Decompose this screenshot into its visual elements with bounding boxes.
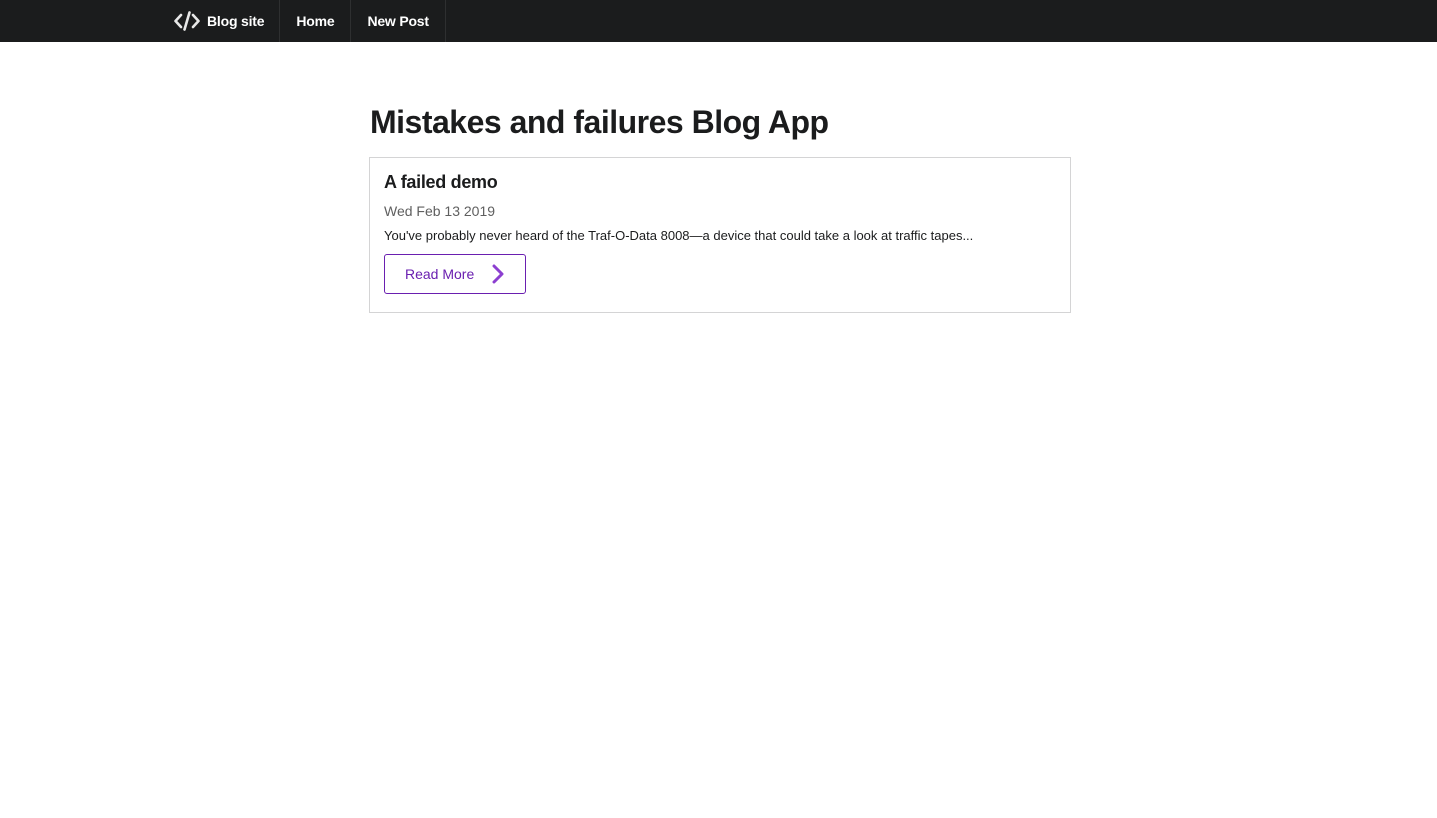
read-more-label: Read More — [405, 266, 475, 282]
read-more-button[interactable]: Read More — [384, 254, 526, 294]
post-card: A failed demo Wed Feb 13 2019 You've pro… — [369, 157, 1071, 313]
top-navbar: Blog site Home New Post — [0, 0, 1437, 42]
page-title: Mistakes and failures Blog App — [370, 104, 829, 140]
nav-item-home[interactable]: Home — [280, 0, 352, 42]
nav-item-new-post[interactable]: New Post — [351, 0, 446, 42]
chevron-right-icon — [491, 264, 505, 287]
brand-link[interactable]: Blog site — [158, 0, 281, 42]
post-excerpt: You've probably never heard of the Traf-… — [384, 228, 974, 243]
post-title: A failed demo — [384, 172, 498, 192]
nav-item-new-post-label: New Post — [367, 13, 429, 29]
nav-item-home-label: Home — [296, 13, 335, 29]
brand-label: Blog site — [207, 13, 265, 29]
post-date: Wed Feb 13 2019 — [384, 203, 496, 219]
code-icon — [174, 11, 200, 31]
